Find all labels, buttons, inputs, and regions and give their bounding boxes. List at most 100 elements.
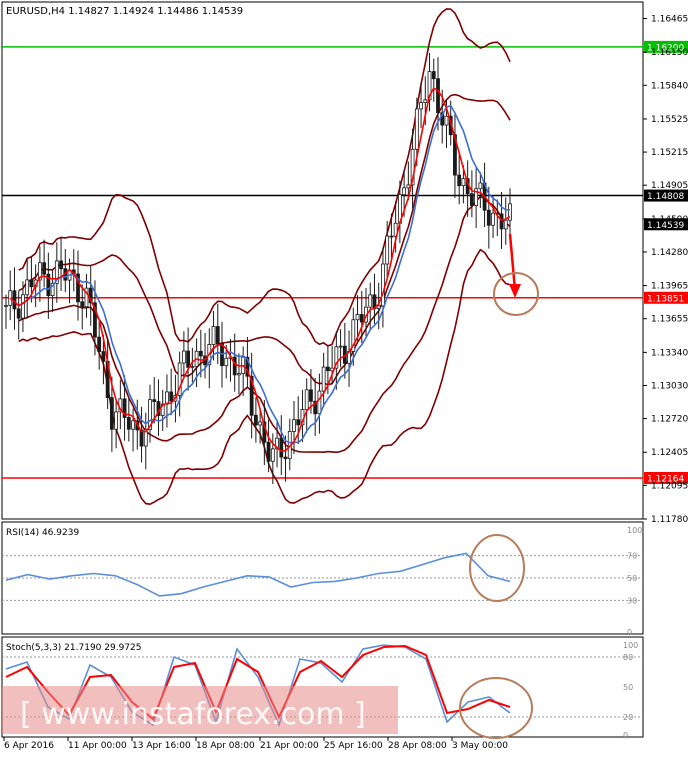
rsi-level-label: 100 bbox=[627, 526, 642, 535]
candle-body bbox=[16, 308, 21, 319]
stoch-level-label: 20 bbox=[623, 713, 633, 722]
candle-body bbox=[114, 411, 119, 430]
candle-body bbox=[486, 209, 491, 226]
candle-body bbox=[169, 391, 174, 402]
stoch-header: Stoch(5,3,3) 21.7190 29.9725 bbox=[6, 643, 141, 653]
price-tick-label: 1.12405 bbox=[651, 448, 688, 458]
rsi-level-label: 50 bbox=[627, 574, 637, 583]
rsi-level-label: 0 bbox=[627, 628, 632, 637]
candle-body bbox=[317, 390, 322, 415]
candle-body bbox=[402, 187, 407, 196]
candle-body bbox=[29, 279, 34, 288]
candle-body bbox=[131, 420, 135, 430]
candle-body bbox=[21, 294, 25, 319]
rsi-level-label: 70 bbox=[627, 552, 637, 561]
candle-body bbox=[503, 219, 508, 230]
stoch-level-label: 50 bbox=[623, 683, 633, 692]
watermark-text: [ www.instaforex.com ] bbox=[20, 697, 366, 732]
price-tick-label: 1.14280 bbox=[651, 248, 688, 258]
stoch-level-label: 100 bbox=[623, 641, 638, 650]
candle-body bbox=[385, 235, 390, 265]
price-tick-label: 1.13655 bbox=[651, 315, 688, 325]
inner-upper-band bbox=[18, 93, 511, 386]
price-tick-label: 1.13965 bbox=[651, 282, 688, 292]
candle-body bbox=[325, 366, 330, 372]
candle-body bbox=[499, 213, 504, 230]
candle-body bbox=[101, 351, 106, 362]
candle-body bbox=[186, 350, 191, 368]
time-tick-label: 21 Apr 00:00 bbox=[260, 741, 319, 751]
candle-body bbox=[355, 314, 360, 321]
candle-body bbox=[478, 182, 483, 190]
price-tick-label: 1.11780 bbox=[651, 515, 688, 525]
candle-body bbox=[419, 102, 423, 110]
slow-moving-average bbox=[13, 104, 511, 444]
time-tick-label: 3 May 00:00 bbox=[452, 741, 508, 751]
candle-body bbox=[444, 115, 449, 126]
candle-body bbox=[279, 437, 284, 458]
candle-body bbox=[253, 414, 258, 426]
candle-body bbox=[381, 263, 385, 307]
time-tick-label: 6 Apr 2016 bbox=[4, 741, 54, 751]
candle-body bbox=[237, 373, 241, 376]
time-tick-label: 25 Apr 16:00 bbox=[324, 741, 383, 751]
candle-body bbox=[97, 336, 102, 352]
price-tick-label: 1.16465 bbox=[651, 15, 688, 25]
candle-body bbox=[152, 399, 157, 403]
candle-body bbox=[414, 108, 419, 150]
candle-body bbox=[126, 417, 131, 430]
candle-body bbox=[389, 235, 394, 238]
price-chart: 1.162001.148081.145391.138511.12164 1007… bbox=[1, 1, 688, 751]
rsi-line bbox=[5, 552, 511, 597]
candle-body bbox=[232, 356, 237, 376]
stoch-level-label: 80 bbox=[623, 653, 633, 662]
candle-body bbox=[431, 71, 436, 80]
candle-body bbox=[321, 366, 326, 392]
candle-body bbox=[198, 350, 203, 357]
candle-body bbox=[359, 314, 364, 323]
candle-body bbox=[211, 326, 216, 345]
candle-body bbox=[266, 441, 271, 462]
candle-body bbox=[376, 305, 381, 310]
price-tick-label: 1.13030 bbox=[651, 381, 688, 391]
candle-body bbox=[165, 391, 169, 405]
price-tick-label: 1.14905 bbox=[651, 181, 688, 191]
candle-body bbox=[190, 365, 195, 368]
stoch-level-label: 0 bbox=[623, 731, 628, 740]
price-tick-label: 1.12095 bbox=[651, 481, 688, 491]
candle-body bbox=[59, 260, 63, 270]
candle-body bbox=[309, 389, 313, 402]
forecast-arrow-icon bbox=[508, 233, 517, 291]
rsi-header: RSI(14) 46.9239 bbox=[6, 528, 79, 538]
price-tick-label: 1.15525 bbox=[651, 115, 688, 125]
candle-body bbox=[338, 345, 343, 348]
rsi-level-label: 30 bbox=[627, 596, 637, 605]
candle-body bbox=[491, 212, 495, 226]
candle-body bbox=[270, 448, 275, 462]
time-tick-label: 28 Apr 08:00 bbox=[388, 741, 447, 751]
time-tick-label: 18 Apr 08:00 bbox=[196, 741, 255, 751]
candle-body bbox=[461, 178, 466, 187]
price-tick-label: 1.15215 bbox=[651, 148, 688, 158]
price-tick-label: 1.14590 bbox=[651, 215, 688, 225]
candle-body bbox=[42, 262, 47, 275]
candle-body bbox=[292, 419, 296, 432]
main-panel-frame bbox=[1, 1, 644, 520]
price-tick-label: 1.15840 bbox=[651, 81, 688, 91]
symbol-header: EURUSD,H4 1.14827 1.14924 1.14486 1.1453… bbox=[6, 6, 243, 17]
candle-body bbox=[423, 99, 428, 104]
chart-window: 1.16200 1.14808 1.14539 1.13851 1.12164 100 7… bbox=[0, 0, 688, 754]
candle-body bbox=[258, 421, 263, 426]
candle-body bbox=[283, 456, 288, 460]
candle-body bbox=[304, 389, 309, 410]
time-tick-label: 13 Apr 16:00 bbox=[132, 741, 191, 751]
price-tick-label: 1.13340 bbox=[651, 348, 688, 358]
candle-body bbox=[457, 174, 462, 187]
rsi-circle-icon bbox=[469, 534, 525, 602]
candle-body bbox=[80, 301, 85, 308]
candle-body bbox=[224, 357, 229, 367]
candle-body bbox=[436, 78, 440, 114]
candle-body bbox=[25, 279, 30, 296]
candle-body bbox=[109, 397, 114, 430]
fast-moving-average bbox=[9, 87, 511, 453]
